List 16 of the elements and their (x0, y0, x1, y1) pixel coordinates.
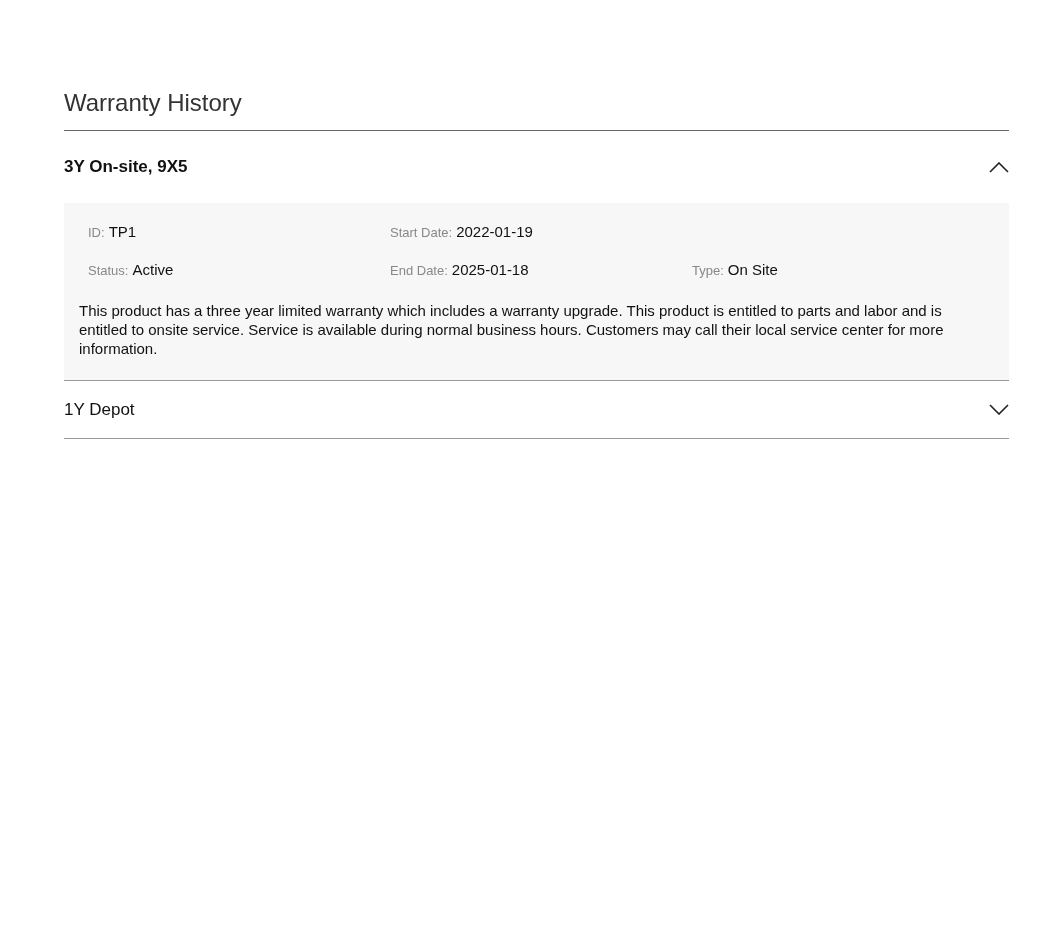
field-label: End Date: (390, 262, 448, 280)
field-value: Active (132, 260, 174, 280)
chevron-up-icon (989, 161, 1009, 173)
field-value: 2025-01-18 (451, 260, 529, 280)
accordion-header[interactable]: 1Y Depot (64, 381, 1009, 438)
warranty-description: This product has a three year limited warranty which includes a warranty upgrade. This product is entitled to parts and labor and is entitled to onsite service. Service is available during normal business hours. Customers may call their local service center for more information. (79, 301, 945, 358)
field-value: On Site (727, 260, 778, 280)
field-label: Type: (692, 262, 724, 280)
chevron-down-icon (989, 404, 1009, 415)
field-label: Status: (88, 262, 129, 280)
field-value: TP1 (108, 222, 137, 242)
accordion-header[interactable]: 3Y On-site, 9X5 (64, 131, 1009, 203)
page-heading: Warranty History (64, 88, 243, 118)
field-label: Start Date: (390, 224, 453, 242)
field-label: ID: (88, 224, 105, 242)
field-value: 2022-01-19 (456, 222, 533, 242)
